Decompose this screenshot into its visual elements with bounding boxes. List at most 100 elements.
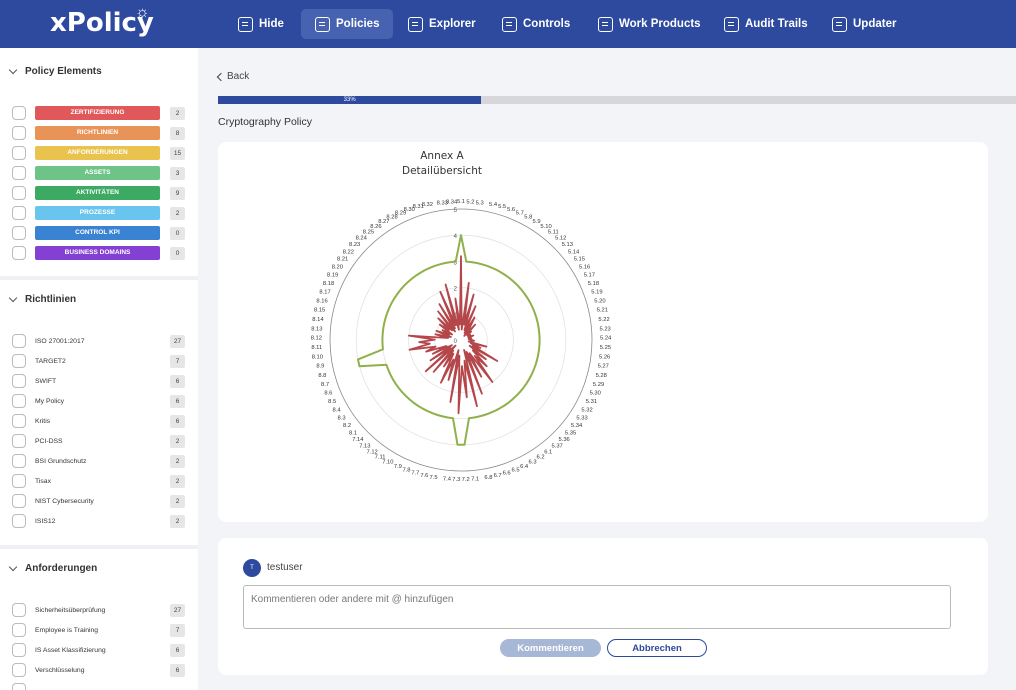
filter-row-business-domains[interactable]: BUSINESS DOMAINS 0 [12, 245, 186, 261]
checkbox[interactable] [12, 394, 26, 408]
category-label: 8.4 [333, 408, 342, 414]
filter-row[interactable]: PCI-DSS 2 [12, 433, 186, 449]
checkbox[interactable] [12, 434, 26, 448]
progress-bar: 33% [218, 96, 1016, 104]
category-label: 6.1 [544, 449, 552, 455]
category-label: 5.14 [568, 249, 580, 255]
checkbox[interactable] [12, 414, 26, 428]
count-badge: 2 [170, 454, 185, 468]
back-link[interactable]: Back [216, 71, 250, 82]
nav-hide[interactable]: Hide [224, 9, 296, 39]
category-label: 5.28 [596, 373, 607, 379]
section-divider [0, 276, 198, 280]
filter-row[interactable]: NIST Cybersecurity 2 [12, 493, 186, 509]
filter-row-assets[interactable]: ASSETS 3 [12, 165, 186, 181]
count-badge: 2 [170, 434, 185, 448]
checkbox[interactable] [12, 603, 26, 617]
filter-row-richtlinien[interactable]: RICHTLINIEN 8 [12, 125, 186, 141]
series-line [407, 255, 499, 415]
filter-row[interactable] [12, 682, 186, 690]
checkbox[interactable] [12, 334, 26, 348]
checkbox[interactable] [12, 354, 26, 368]
filter-row[interactable]: ISIS12 2 [12, 513, 186, 529]
cancel-button[interactable]: Abbrechen [607, 639, 707, 657]
checkbox[interactable] [12, 454, 26, 468]
category-label: 5.8 [524, 214, 532, 220]
category-label: 5.20 [594, 299, 605, 305]
filter-row-zertifizierung[interactable]: ZERTIFIZIERUNG 2 [12, 105, 186, 121]
section-header-policy-elements[interactable]: Policy Elements [8, 65, 102, 77]
checkbox[interactable] [12, 374, 26, 388]
checkbox[interactable] [12, 146, 26, 160]
category-label: 5.25 [600, 345, 611, 351]
category-label: 5.23 [600, 326, 611, 332]
category-label: 6.7 [494, 473, 502, 479]
checkbox[interactable] [12, 663, 26, 677]
category-label: 7.11 [375, 455, 386, 461]
checkbox[interactable] [12, 246, 26, 260]
checkbox[interactable] [12, 126, 26, 140]
section-header-anforderungen[interactable]: Anforderungen [8, 562, 97, 574]
back-label: Back [227, 71, 250, 82]
comment-input[interactable] [243, 585, 951, 629]
nav-explorer[interactable]: Explorer [394, 9, 488, 39]
filter-row[interactable]: Sicherheitsüberprüfung 27 [12, 602, 186, 618]
nav-policies[interactable]: Policies [301, 9, 393, 39]
nav-work-products[interactable]: Work Products [584, 9, 713, 39]
checkbox[interactable] [12, 186, 26, 200]
checkbox[interactable] [12, 494, 26, 508]
checkbox[interactable] [12, 474, 26, 488]
checkbox[interactable] [12, 166, 26, 180]
filter-row[interactable]: ISO 27001:2017 27 [12, 333, 186, 349]
checkbox[interactable] [12, 623, 26, 637]
filter-row[interactable]: Employee is Training 7 [12, 622, 186, 638]
category-label: 5.36 [559, 437, 570, 443]
filter-row-anforderungen[interactable]: ANFORDERUNGEN 15 [12, 145, 186, 161]
category-label: 7.14 [352, 437, 364, 443]
category-label: 5.1 [457, 199, 465, 205]
filter-label: IS Asset Klassifizierung [35, 646, 106, 654]
category-label: 5.22 [598, 317, 609, 323]
nav-controls[interactable]: Controls [488, 9, 582, 39]
category-label: 8.19 [327, 273, 338, 279]
filter-label: Tisax [35, 477, 51, 485]
filter-row[interactable]: BSI Grundschutz 2 [12, 453, 186, 469]
filter-row[interactable]: IS Asset Klassifizierung 6 [12, 642, 186, 658]
checkbox[interactable] [12, 226, 26, 240]
nav-policies-label: Policies [336, 18, 380, 30]
count-badge: 2 [170, 494, 185, 508]
count-badge: 2 [170, 206, 185, 220]
nav-audit-trails[interactable]: Audit Trails [710, 9, 820, 39]
category-label: 7.9 [394, 464, 402, 470]
count-badge: 7 [170, 354, 185, 368]
filter-row-control-kpi[interactable]: CONTROL KPI 0 [12, 225, 186, 241]
submit-comment-button[interactable]: Kommentieren [500, 639, 601, 657]
filter-row[interactable]: SWIFT 6 [12, 373, 186, 389]
checkbox[interactable] [12, 683, 26, 690]
filter-label: Kritis [35, 417, 51, 425]
section-header-richtlinien[interactable]: Richtlinien [8, 293, 76, 305]
category-label: 5.26 [599, 354, 610, 360]
chart-card: Annex A Detailübersicht 0 1 2 3 4 5 5.1 5.2 5.3 5… [218, 142, 988, 522]
checkbox[interactable] [12, 643, 26, 657]
filter-row[interactable]: My Policy 6 [12, 393, 186, 409]
category-label: 5.11 [548, 230, 559, 236]
filter-label: Employee is Training [35, 626, 99, 634]
filter-row-aktivitaeten[interactable]: AKTIVITÄTEN 9 [12, 185, 186, 201]
filter-row[interactable]: Verschlüsselung 6 [12, 662, 186, 678]
checkbox[interactable] [12, 514, 26, 528]
checkbox[interactable] [12, 206, 26, 220]
filter-row[interactable]: Kritis 6 [12, 413, 186, 429]
category-label: 6.3 [529, 460, 537, 466]
count-badge: 2 [170, 106, 185, 120]
nav-updater[interactable]: Updater [818, 9, 908, 39]
filter-row[interactable]: TARGET2 7 [12, 353, 186, 369]
filter-row-prozesse[interactable]: PROZESSE 2 [12, 205, 186, 221]
checkbox[interactable] [12, 106, 26, 120]
section-divider [0, 545, 198, 549]
top-navbar: xPolicy ☼ Hide Policies Explorer Control… [0, 0, 1016, 48]
username: testuser [267, 562, 303, 573]
filter-row[interactable]: Tisax 2 [12, 473, 186, 489]
category-label: 5.4 [489, 202, 498, 208]
category-label: 6.5 [512, 468, 520, 474]
